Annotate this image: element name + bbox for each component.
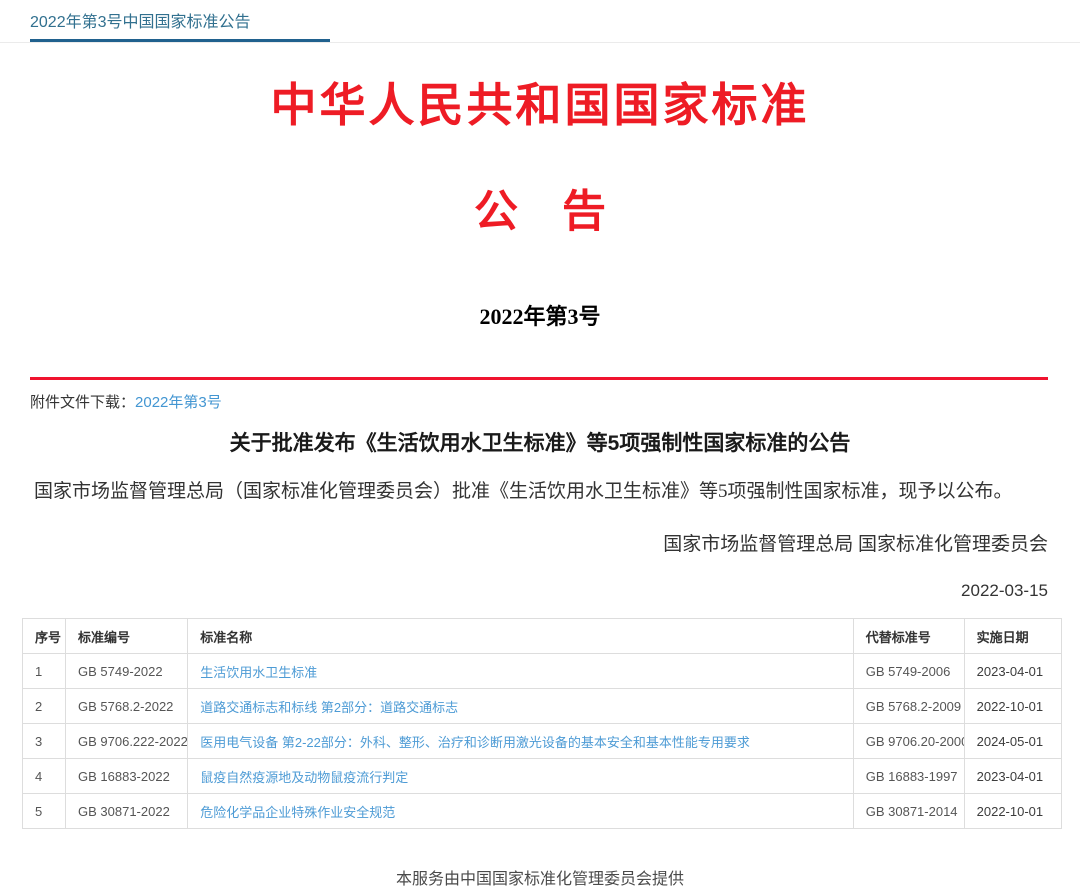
effective-date-cell: 2024-05-01 [964,724,1061,759]
tab-announcement-2022-no3[interactable]: 2022年第3号中国国家标准公告 [30,8,330,42]
attachment-row: 附件文件下载：2022年第3号 [30,391,1080,412]
standard-code-cell: GB 9706.222-2022 [66,724,188,759]
standard-name-link[interactable]: 医用电气设备 第2-22部分：外科、整形、治疗和诊断用激光设备的基本安全和基本性… [200,735,750,750]
row-index-cell: 2 [23,689,66,724]
standard-code-cell: GB 16883-2022 [66,759,188,794]
effective-date-cell: 2023-04-01 [964,759,1061,794]
tab-bar: 2022年第3号中国国家标准公告 [0,0,1080,43]
table-row: 2GB 5768.2-2022 道路交通标志和标线 第2部分：道路交通标志 GB 5… [23,689,1062,724]
replaced-code-cell: GB 5768.2-2009 [853,689,964,724]
footer-service-note: 本服务由中国国家标准化管理委员会提供 [0,865,1080,889]
standard-name-link[interactable]: 生活饮用水卫生标准 [200,665,317,680]
standard-name-link[interactable]: 危险化学品企业特殊作业安全规范 [200,805,395,820]
issue-number: 2022年第3号 [0,299,1080,331]
replaced-code-cell: GB 16883-1997 [853,759,964,794]
standard-code-cell: GB 5768.2-2022 [66,689,188,724]
standard-code-cell: GB 5749-2022 [66,654,188,689]
replaced-code-cell: GB 9706.20-2000 [853,724,964,759]
announcement-body: 国家市场监督管理总局（国家标准化管理委员会）批准《生活饮用水卫生标准》等5项强制… [34,476,1046,503]
row-index-cell: 4 [23,759,66,794]
standard-name-cell: 危险化学品企业特殊作业安全规范 [188,794,854,829]
standard-name-cell: 医用电气设备 第2-22部分：外科、整形、治疗和诊断用激光设备的基本安全和基本性… [188,724,854,759]
effective-date-cell: 2022-10-01 [964,689,1061,724]
attachment-label: 附件文件下载： [30,394,135,411]
standard-name-link[interactable]: 道路交通标志和标线 第2部分：道路交通标志 [200,700,458,715]
announcement-heading: 关于批准发布《生活饮用水卫生标准》等5项强制性国家标准的公告 [40,427,1040,457]
red-divider [30,377,1048,380]
col-header-index: 序号 [23,619,66,654]
standard-name-cell: 生活饮用水卫生标准 [188,654,854,689]
effective-date-cell: 2022-10-01 [964,794,1061,829]
standard-name-link[interactable]: 鼠疫自然疫源地及动物鼠疫流行判定 [200,770,408,785]
col-header-name: 标准名称 [188,619,854,654]
standard-name-cell: 道路交通标志和标线 第2部分：道路交通标志 [188,689,854,724]
attachment-download-link[interactable]: 2022年第3号 [135,394,222,411]
col-header-date: 实施日期 [964,619,1061,654]
table-row: 3GB 9706.222-2022 医用电气设备 第2-22部分：外科、整形、治疗… [23,724,1062,759]
announcement-signature: 国家市场监督管理总局 国家标准化管理委员会 [0,529,1048,556]
banner-subtitle: 公 告 [0,175,1080,239]
replaced-code-cell: GB 30871-2014 [853,794,964,829]
col-header-replaces: 代替标准号 [853,619,964,654]
row-index-cell: 5 [23,794,66,829]
row-index-cell: 1 [23,654,66,689]
table-row: 5GB 30871-2022 危险化学品企业特殊作业安全规范 GB 30871-20… [23,794,1062,829]
row-index-cell: 3 [23,724,66,759]
standard-name-cell: 鼠疫自然疫源地及动物鼠疫流行判定 [188,759,854,794]
standards-table: 序号 标准编号 标准名称 代替标准号 实施日期 1GB 5749-2022 生活饮… [22,618,1062,829]
table-row: 1GB 5749-2022 生活饮用水卫生标准 GB 5749-20062023-0… [23,654,1062,689]
replaced-code-cell: GB 5749-2006 [853,654,964,689]
table-header-row: 序号 标准编号 标准名称 代替标准号 实施日期 [23,619,1062,654]
effective-date-cell: 2023-04-01 [964,654,1061,689]
announcement-date: 2022-03-15 [0,581,1048,601]
table-row: 4GB 16883-2022 鼠疫自然疫源地及动物鼠疫流行判定 GB 16883-1… [23,759,1062,794]
banner-title: 中华人民共和国国家标准 [0,69,1080,135]
standard-code-cell: GB 30871-2022 [66,794,188,829]
col-header-code: 标准编号 [66,619,188,654]
